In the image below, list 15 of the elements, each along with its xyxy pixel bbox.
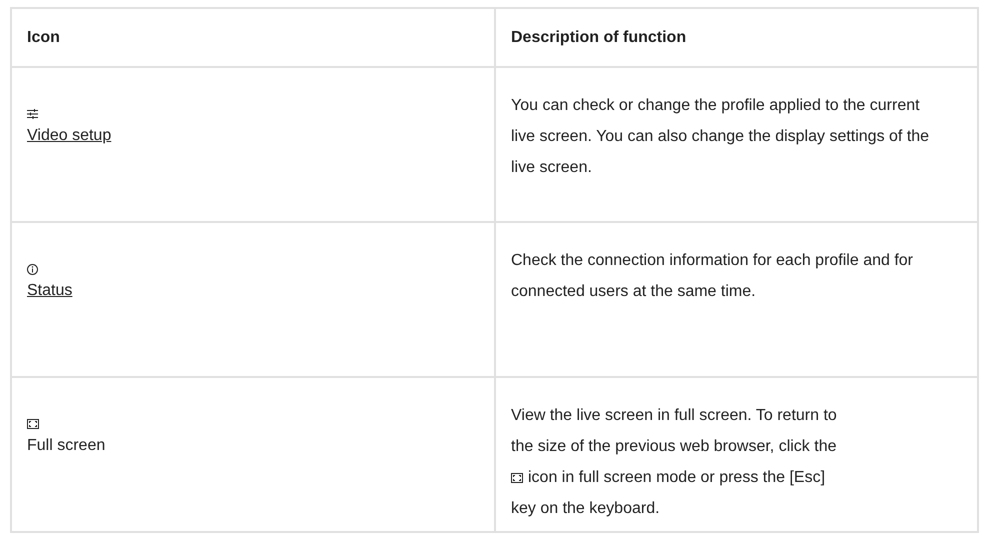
- sliders-icon: [27, 109, 38, 119]
- column-header: Description of function: [495, 8, 978, 67]
- row-label: Full screen: [27, 436, 106, 456]
- description-text: Check the connection information for each profile and for connected users at the same time.: [511, 251, 914, 302]
- description-text: key on the keyboard.: [511, 499, 660, 519]
- fullscreen-icon: [27, 419, 39, 429]
- description-text: the size of the previous web browser, click the: [511, 437, 836, 457]
- column-header: Icon: [11, 8, 495, 67]
- description-text: icon in full screen mode or press the [Esc]: [528, 468, 826, 488]
- row-link[interactable]: Status: [27, 279, 72, 303]
- row-link[interactable]: Video setup: [27, 124, 112, 148]
- description-text: View the live screen in full screen. To return to: [511, 406, 837, 426]
- fullscreen-icon: [511, 472, 523, 482]
- description-text: You can check or change the profile applied to the current live screen. You can also change the display settings of the live screen.: [511, 96, 930, 178]
- info-icon: [27, 264, 38, 274]
